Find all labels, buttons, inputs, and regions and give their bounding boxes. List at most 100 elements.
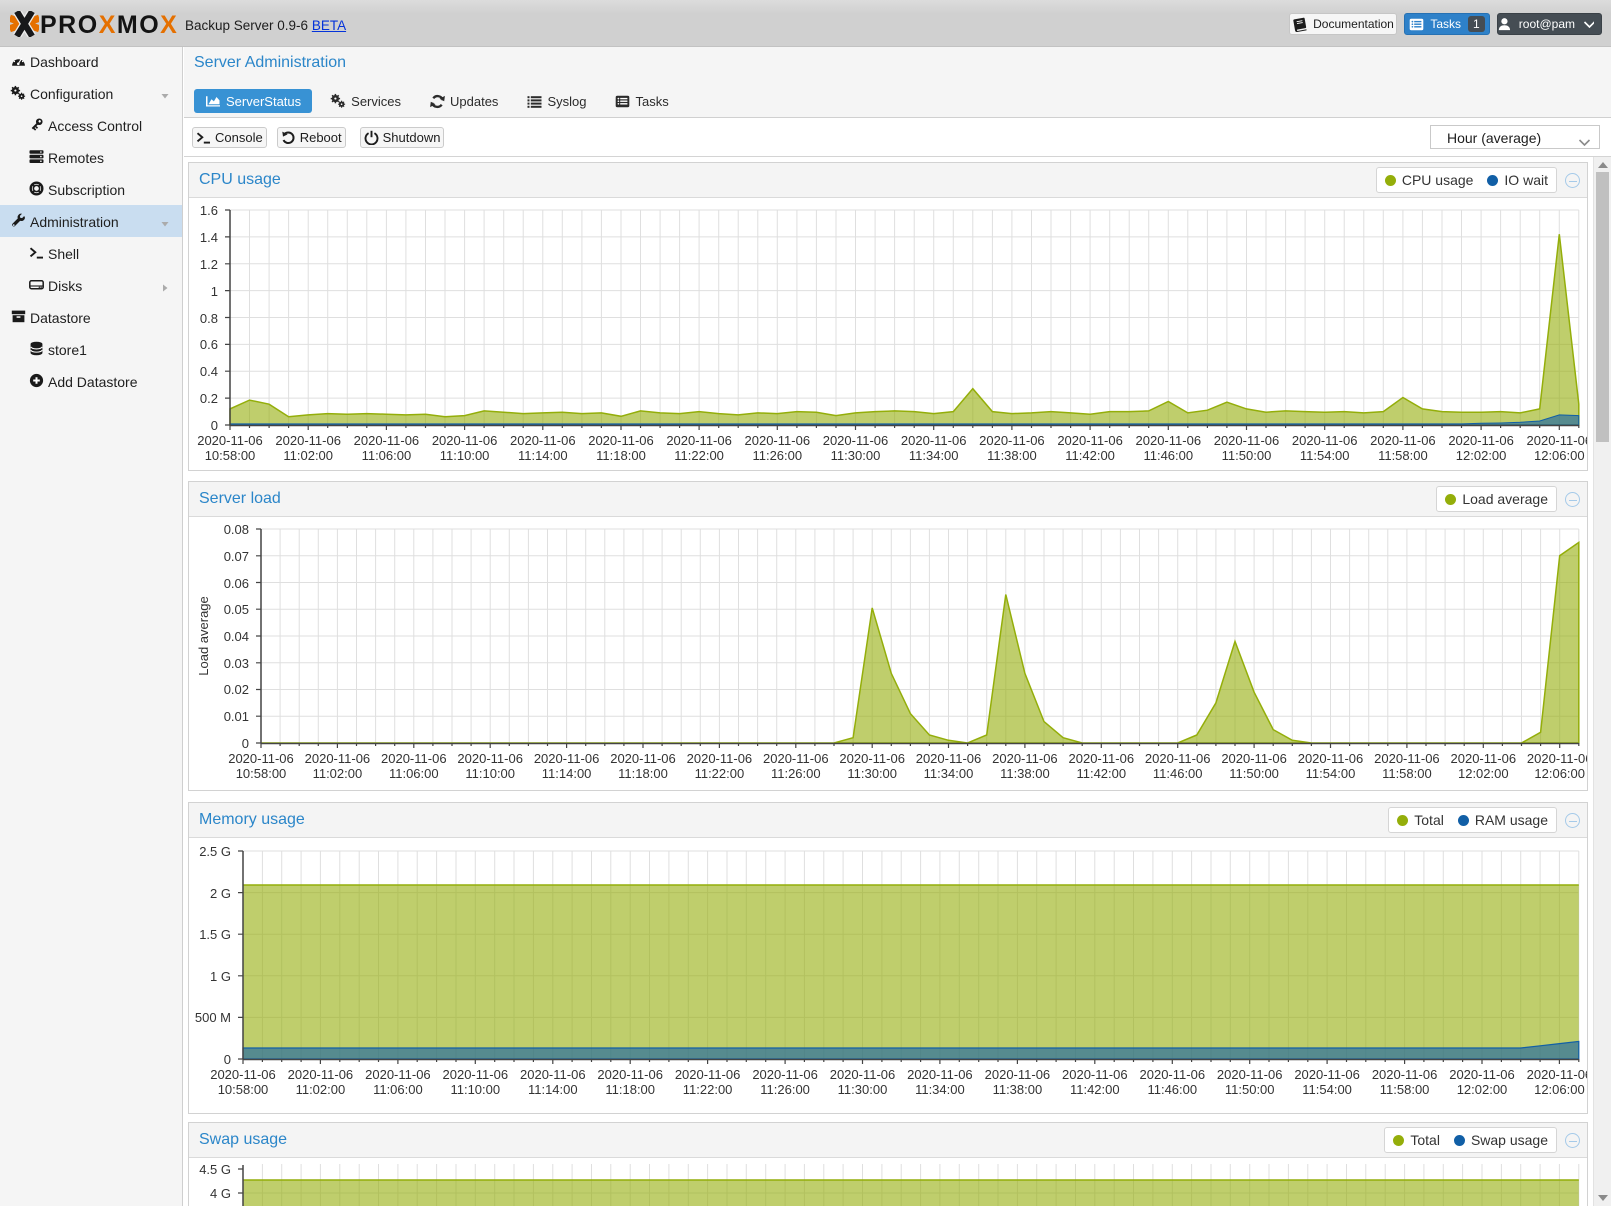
svg-text:2020-11-06: 2020-11-06 [1527, 433, 1587, 448]
svg-text:11:22:00: 11:22:00 [683, 1082, 733, 1097]
svg-text:11:46:00: 11:46:00 [1147, 1082, 1197, 1097]
svg-text:11:42:00: 11:42:00 [1070, 1082, 1120, 1097]
svg-text:0.08: 0.08 [224, 522, 249, 537]
svg-text:2020-11-06: 2020-11-06 [1062, 1067, 1128, 1082]
svg-text:11:38:00: 11:38:00 [993, 1082, 1043, 1097]
svg-text:2020-11-06: 2020-11-06 [1069, 751, 1135, 766]
svg-text:2020-11-06: 2020-11-06 [432, 433, 498, 448]
svg-text:11:58:00: 11:58:00 [1382, 766, 1432, 781]
svg-text:11:22:00: 11:22:00 [695, 766, 745, 781]
svg-text:1.6: 1.6 [200, 203, 218, 218]
svg-text:0: 0 [224, 1052, 231, 1067]
svg-text:0.03: 0.03 [224, 656, 249, 671]
svg-text:2020-11-06: 2020-11-06 [588, 433, 654, 448]
svg-text:11:14:00: 11:14:00 [542, 766, 592, 781]
svg-text:11:30:00: 11:30:00 [847, 766, 897, 781]
svg-text:0.01: 0.01 [224, 709, 249, 724]
svg-text:11:26:00: 11:26:00 [771, 766, 821, 781]
svg-text:11:34:00: 11:34:00 [915, 1082, 965, 1097]
svg-text:2020-11-06: 2020-11-06 [687, 751, 753, 766]
svg-text:2020-11-06: 2020-11-06 [597, 1067, 663, 1082]
svg-text:11:22:00: 11:22:00 [674, 448, 724, 463]
svg-text:2020-11-06: 2020-11-06 [288, 1067, 354, 1082]
svg-text:11:14:00: 11:14:00 [518, 448, 568, 463]
svg-text:0: 0 [242, 736, 249, 751]
svg-text:11:54:00: 11:54:00 [1300, 448, 1350, 463]
svg-text:11:10:00: 11:10:00 [450, 1082, 500, 1097]
svg-text:11:50:00: 11:50:00 [1222, 448, 1272, 463]
svg-text:2020-11-06: 2020-11-06 [1527, 751, 1587, 766]
svg-text:11:26:00: 11:26:00 [760, 1082, 810, 1097]
svg-text:2020-11-06: 2020-11-06 [354, 433, 420, 448]
svg-text:2020-11-06: 2020-11-06 [1374, 751, 1440, 766]
svg-text:0.07: 0.07 [224, 549, 249, 564]
svg-text:12:02:00: 12:02:00 [1458, 766, 1509, 781]
svg-text:2020-11-06: 2020-11-06 [1372, 1067, 1438, 1082]
svg-text:2020-11-06: 2020-11-06 [666, 433, 732, 448]
svg-text:11:18:00: 11:18:00 [618, 766, 668, 781]
svg-text:2.5 G: 2.5 G [199, 844, 231, 859]
svg-text:11:42:00: 11:42:00 [1076, 766, 1126, 781]
svg-text:2020-11-06: 2020-11-06 [1298, 751, 1364, 766]
svg-text:12:02:00: 12:02:00 [1456, 448, 1507, 463]
svg-text:2020-11-06: 2020-11-06 [1448, 433, 1514, 448]
svg-text:11:14:00: 11:14:00 [528, 1082, 578, 1097]
svg-text:2 G: 2 G [210, 886, 231, 901]
svg-text:2020-11-06: 2020-11-06 [305, 751, 371, 766]
svg-text:11:46:00: 11:46:00 [1153, 766, 1203, 781]
svg-text:2020-11-06: 2020-11-06 [197, 433, 263, 448]
svg-text:11:54:00: 11:54:00 [1306, 766, 1356, 781]
svg-text:2020-11-06: 2020-11-06 [1140, 1067, 1206, 1082]
svg-text:2020-11-06: 2020-11-06 [1136, 433, 1202, 448]
svg-text:1.4: 1.4 [200, 230, 218, 245]
svg-text:2020-11-06: 2020-11-06 [381, 751, 447, 766]
svg-text:2020-11-06: 2020-11-06 [1294, 1067, 1360, 1082]
svg-text:11:50:00: 11:50:00 [1229, 766, 1279, 781]
svg-text:2020-11-06: 2020-11-06 [1370, 433, 1436, 448]
svg-text:11:38:00: 11:38:00 [1000, 766, 1050, 781]
svg-text:2020-11-06: 2020-11-06 [823, 433, 889, 448]
svg-text:2020-11-06: 2020-11-06 [907, 1067, 973, 1082]
svg-text:2020-11-06: 2020-11-06 [1217, 1067, 1283, 1082]
svg-text:10:58:00: 10:58:00 [236, 766, 287, 781]
svg-text:12:02:00: 12:02:00 [1457, 1082, 1508, 1097]
svg-text:11:58:00: 11:58:00 [1380, 1082, 1430, 1097]
svg-text:2020-11-06: 2020-11-06 [1449, 1067, 1515, 1082]
svg-text:11:34:00: 11:34:00 [909, 448, 959, 463]
svg-text:11:10:00: 11:10:00 [465, 766, 515, 781]
svg-text:1.5 G: 1.5 G [199, 927, 231, 942]
svg-text:4 G: 4 G [210, 1186, 231, 1201]
svg-text:2020-11-06: 2020-11-06 [992, 751, 1058, 766]
svg-text:10:58:00: 10:58:00 [218, 1082, 269, 1097]
svg-text:10:58:00: 10:58:00 [205, 448, 256, 463]
svg-text:2020-11-06: 2020-11-06 [365, 1067, 431, 1082]
svg-text:2020-11-06: 2020-11-06 [745, 433, 811, 448]
svg-text:11:58:00: 11:58:00 [1378, 448, 1428, 463]
svg-text:2020-11-06: 2020-11-06 [752, 1067, 818, 1082]
svg-text:2020-11-06: 2020-11-06 [916, 751, 982, 766]
svg-text:0.04: 0.04 [224, 629, 249, 644]
svg-text:2020-11-06: 2020-11-06 [228, 751, 294, 766]
svg-text:12:06:00: 12:06:00 [1534, 448, 1585, 463]
svg-text:11:30:00: 11:30:00 [838, 1082, 888, 1097]
svg-text:11:46:00: 11:46:00 [1143, 448, 1193, 463]
svg-text:2020-11-06: 2020-11-06 [1527, 1067, 1587, 1082]
svg-text:11:38:00: 11:38:00 [987, 448, 1037, 463]
svg-text:11:06:00: 11:06:00 [362, 448, 412, 463]
svg-text:11:50:00: 11:50:00 [1225, 1082, 1275, 1097]
svg-text:2020-11-06: 2020-11-06 [520, 1067, 586, 1082]
svg-text:1 G: 1 G [210, 969, 231, 984]
svg-text:11:42:00: 11:42:00 [1065, 448, 1115, 463]
svg-text:11:54:00: 11:54:00 [1302, 1082, 1352, 1097]
svg-text:11:06:00: 11:06:00 [373, 1082, 423, 1097]
svg-text:2020-11-06: 2020-11-06 [534, 751, 600, 766]
svg-text:11:26:00: 11:26:00 [752, 448, 802, 463]
svg-text:11:10:00: 11:10:00 [440, 448, 490, 463]
svg-text:2020-11-06: 2020-11-06 [763, 751, 829, 766]
svg-text:2020-11-06: 2020-11-06 [1214, 433, 1280, 448]
svg-text:0: 0 [211, 418, 218, 433]
svg-text:Load average: Load average [196, 596, 211, 676]
svg-text:0.4: 0.4 [200, 364, 218, 379]
svg-text:2020-11-06: 2020-11-06 [1145, 751, 1211, 766]
svg-text:2020-11-06: 2020-11-06 [979, 433, 1045, 448]
